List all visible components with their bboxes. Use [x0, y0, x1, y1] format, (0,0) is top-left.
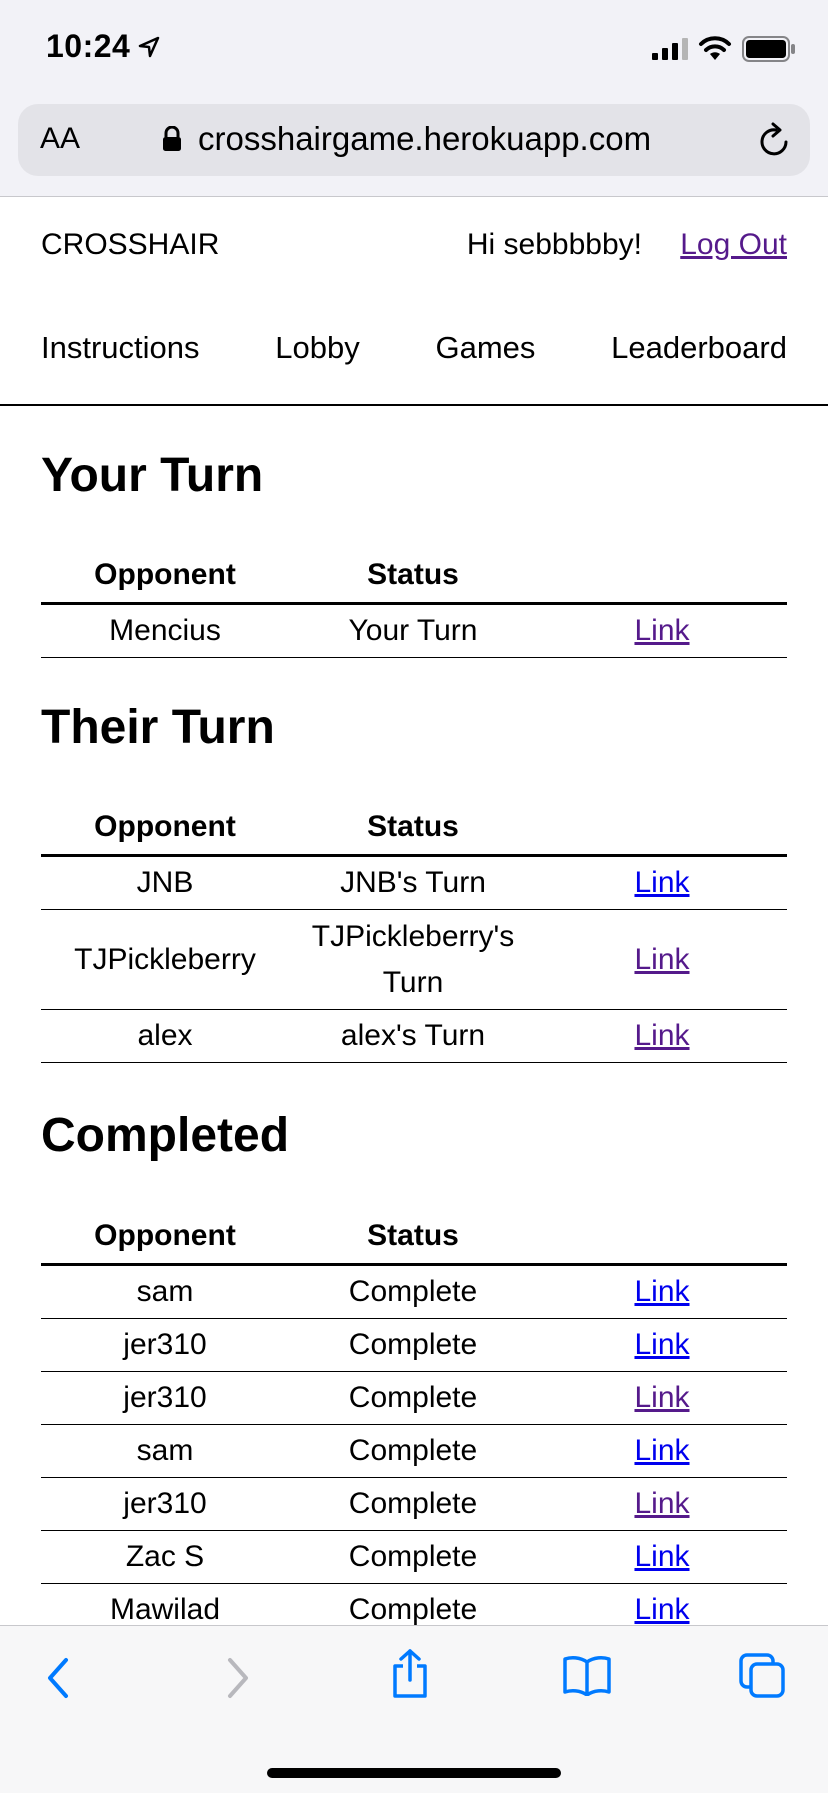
opponent-cell: JNB — [41, 855, 289, 910]
game-link[interactable]: Link — [634, 1381, 689, 1414]
link-cell: Link — [537, 1264, 787, 1319]
table-row: TJPickleberry TJPickleberry's Turn Link — [41, 909, 787, 1010]
table-row: alex alex's Turn Link — [41, 1009, 787, 1063]
table-header-row: Opponent Status — [41, 1209, 787, 1266]
opponent-cell: sam — [41, 1424, 289, 1478]
url-text: crosshairgame.herokuapp.com — [198, 120, 652, 157]
table-header-row: Opponent Status — [41, 800, 787, 857]
game-link[interactable]: Link — [634, 1019, 689, 1052]
status-cell: Complete — [289, 1530, 537, 1584]
game-link[interactable]: Link — [634, 1434, 689, 1467]
game-link[interactable]: Link — [634, 866, 689, 899]
link-cell: Link — [537, 855, 787, 910]
game-link[interactable]: Link — [634, 1540, 689, 1573]
link-cell: Link — [537, 1371, 787, 1425]
header-divider — [0, 404, 828, 406]
table-row: Mencius Your Turn Link — [41, 603, 787, 658]
status-cell: Complete — [289, 1371, 537, 1425]
address-bar[interactable]: AA crosshairgame.herokuapp.com — [18, 104, 810, 176]
game-link[interactable]: Link — [634, 943, 689, 976]
column-header-status: Status — [289, 800, 537, 857]
share-icon[interactable] — [390, 1648, 430, 1700]
status-time: 10:24 — [46, 28, 131, 64]
link-cell: Link — [537, 1477, 787, 1531]
table-row: jer310 Complete Link — [41, 1477, 787, 1531]
battery-icon — [742, 36, 795, 62]
opponent-cell: jer310 — [41, 1318, 289, 1372]
game-link[interactable]: Link — [634, 1487, 689, 1520]
table-header-row: Opponent Status — [41, 548, 787, 605]
nav-leaderboard[interactable]: Leaderboard — [611, 330, 787, 366]
status-cell: Complete — [289, 1424, 537, 1478]
section-title-completed: Completed — [41, 1109, 290, 1162]
your-turn-table: Opponent Status Mencius Your Turn Link — [41, 548, 787, 658]
column-header-opponent: Opponent — [41, 800, 289, 857]
opponent-cell: jer310 — [41, 1371, 289, 1425]
column-header-opponent: Opponent — [41, 548, 289, 605]
opponent-cell: sam — [41, 1264, 289, 1319]
signal-icon — [652, 38, 688, 60]
opponent-cell: TJPickleberry — [41, 909, 289, 1010]
status-cell: alex's Turn — [289, 1009, 537, 1063]
back-icon[interactable] — [44, 1656, 74, 1700]
table-row: sam Complete Link — [41, 1264, 787, 1319]
status-cell: Your Turn — [289, 603, 537, 658]
opponent-cell: Mencius — [41, 603, 289, 658]
status-cell: Complete — [289, 1264, 537, 1319]
reload-icon[interactable] — [758, 122, 792, 158]
status-cell: TJPickleberry's Turn — [289, 909, 537, 1010]
link-cell: Link — [537, 1009, 787, 1063]
main-nav: Instructions Lobby Games Leaderboard — [41, 330, 787, 366]
safari-top-chrome: 10:24 AA crosshairgame.herokuapp.com — [0, 0, 828, 197]
location-arrow-icon — [138, 36, 160, 58]
game-link[interactable]: Link — [634, 1328, 689, 1361]
status-cell: JNB's Turn — [289, 855, 537, 910]
table-row: jer310 Complete Link — [41, 1318, 787, 1372]
section-title-their-turn: Their Turn — [41, 701, 275, 754]
column-header-link — [537, 800, 787, 857]
lock-icon — [163, 126, 181, 151]
column-header-status: Status — [289, 548, 537, 605]
section-title-your-turn: Your Turn — [41, 449, 264, 502]
tabs-icon[interactable] — [738, 1652, 786, 1698]
table-row: Zac S Complete Link — [41, 1530, 787, 1584]
link-cell: Link — [537, 909, 787, 1010]
column-header-link — [537, 1209, 787, 1266]
table-row: sam Complete Link — [41, 1424, 787, 1478]
text-size-button[interactable]: AA — [40, 122, 80, 156]
link-cell: Link — [537, 603, 787, 658]
their-turn-table: Opponent Status JNB JNB's Turn Link TJPi… — [41, 800, 787, 1063]
forward-icon[interactable] — [222, 1656, 252, 1700]
status-cell: Complete — [289, 1318, 537, 1372]
nav-games[interactable]: Games — [435, 330, 535, 366]
link-cell: Link — [537, 1318, 787, 1372]
link-cell: Link — [537, 1530, 787, 1584]
opponent-cell: jer310 — [41, 1477, 289, 1531]
completed-table: Opponent Status sam Complete Link jer310… — [41, 1209, 787, 1637]
home-indicator — [267, 1768, 561, 1778]
safari-bottom-toolbar — [0, 1625, 828, 1793]
bookmarks-icon[interactable] — [562, 1654, 612, 1696]
column-header-link — [537, 548, 787, 605]
wifi-icon — [699, 36, 731, 60]
opponent-cell: alex — [41, 1009, 289, 1063]
game-link[interactable]: Link — [634, 1593, 689, 1626]
logout-link[interactable]: Log Out — [680, 228, 787, 262]
game-link[interactable]: Link — [634, 1275, 689, 1308]
game-link[interactable]: Link — [634, 614, 689, 647]
status-cell: Complete — [289, 1477, 537, 1531]
column-header-status: Status — [289, 1209, 537, 1266]
opponent-cell: Zac S — [41, 1530, 289, 1584]
nav-lobby[interactable]: Lobby — [275, 330, 359, 366]
nav-instructions[interactable]: Instructions — [41, 330, 200, 366]
text-size-label: AA — [40, 122, 81, 155]
brand-logo-text[interactable]: CROSSHAIR — [41, 228, 219, 262]
column-header-opponent: Opponent — [41, 1209, 289, 1266]
table-row: JNB JNB's Turn Link — [41, 855, 787, 910]
table-row: jer310 Complete Link — [41, 1371, 787, 1425]
link-cell: Link — [537, 1424, 787, 1478]
greeting-text: Hi sebbbbby! — [466, 228, 642, 261]
